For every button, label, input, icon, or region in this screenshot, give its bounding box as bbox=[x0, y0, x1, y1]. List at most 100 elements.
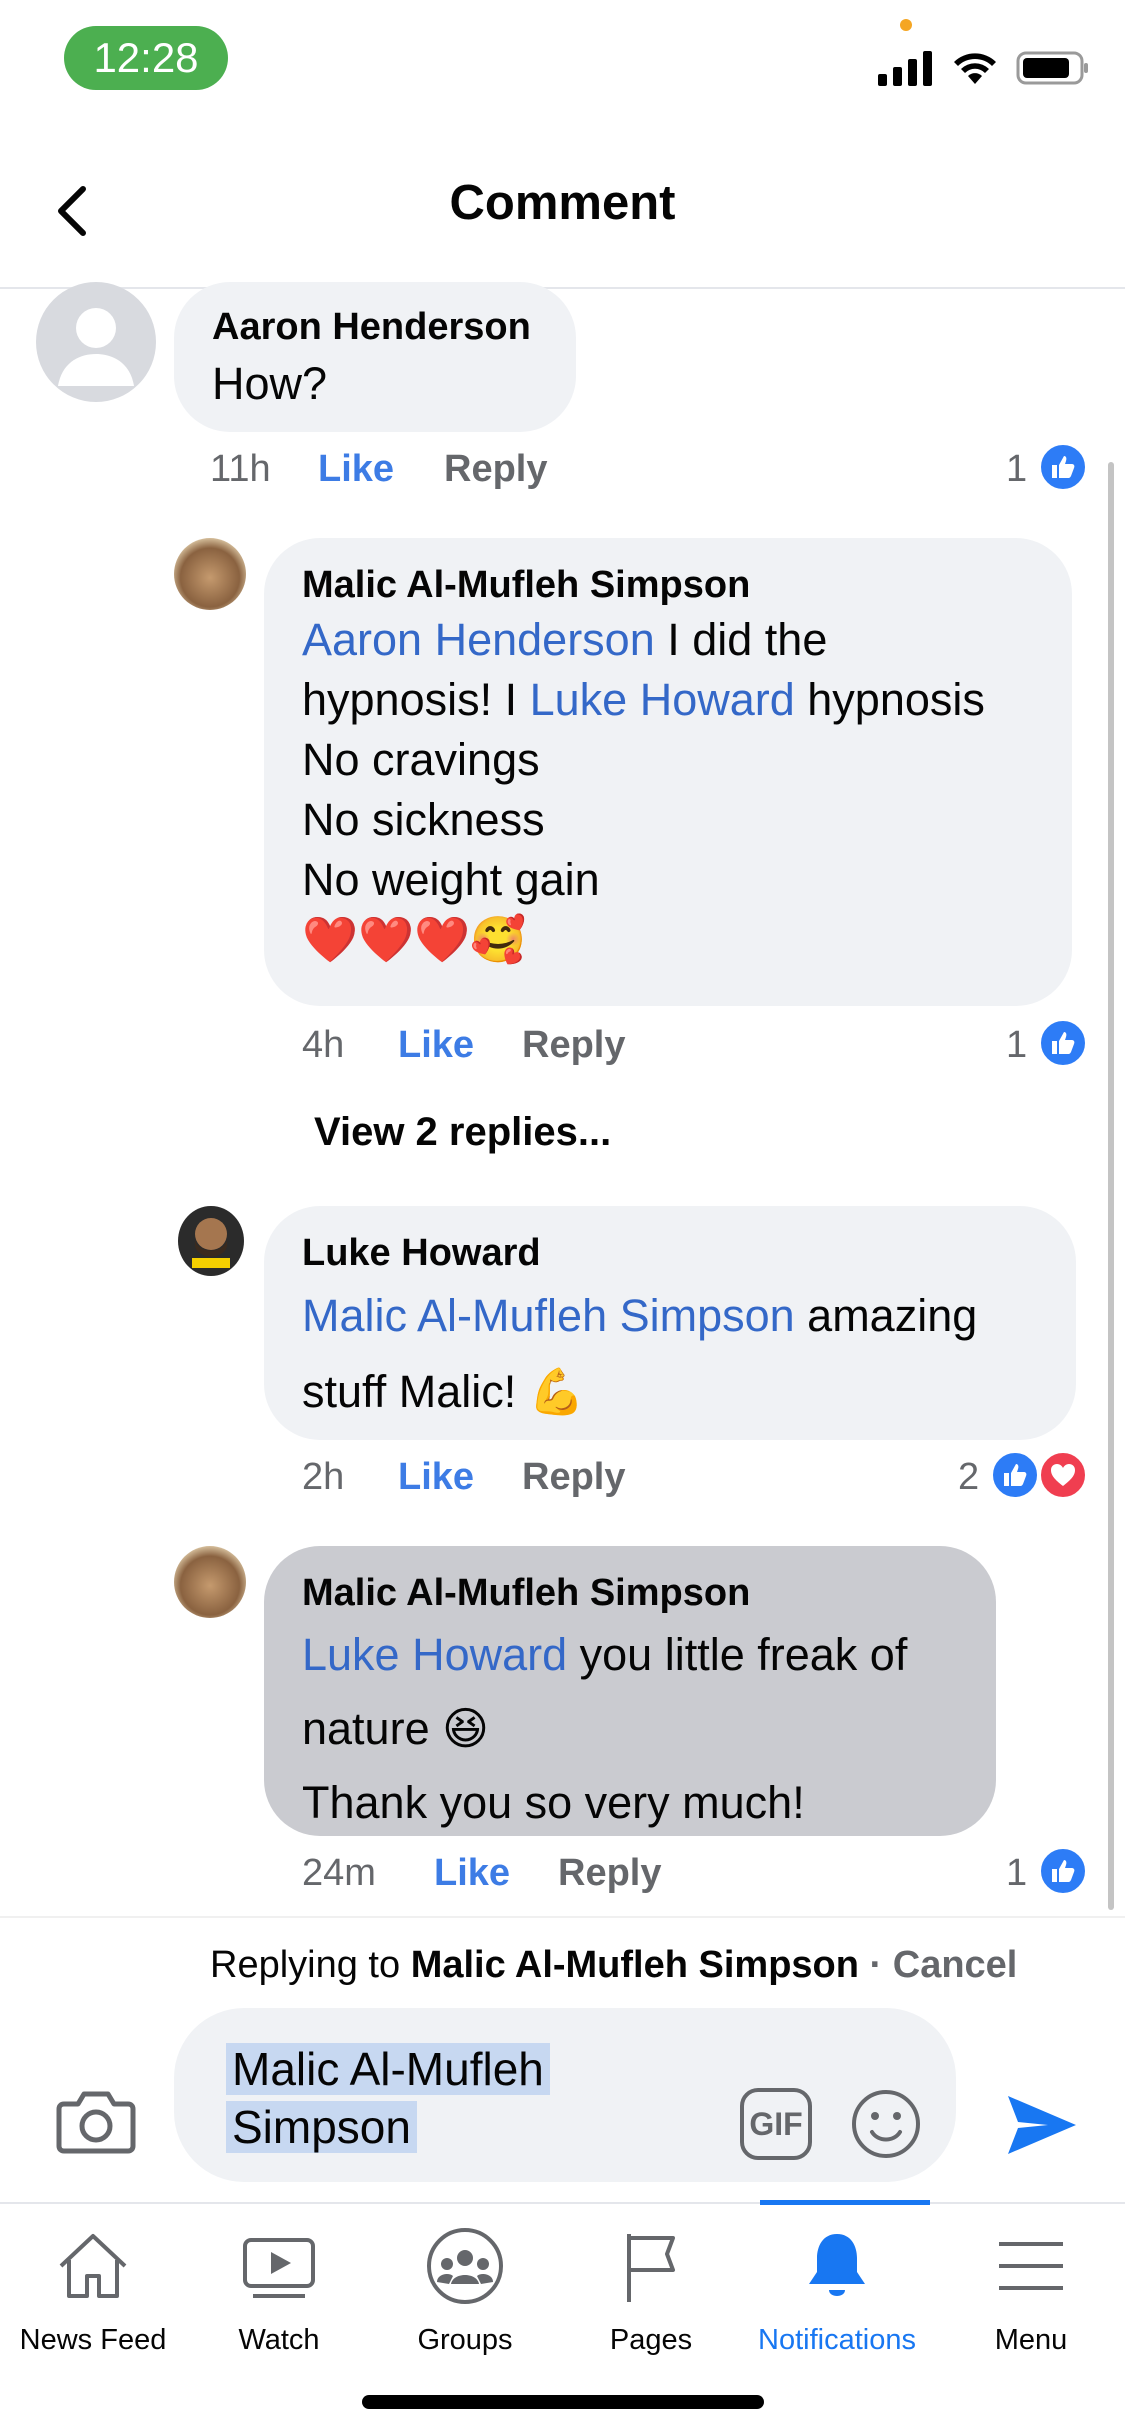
reaction-count[interactable]: 1 bbox=[1006, 1024, 1027, 1067]
like-button[interactable]: Like bbox=[398, 1024, 474, 1067]
comment-line: Thank you so very much! bbox=[302, 1766, 907, 1840]
groups-icon bbox=[427, 2228, 503, 2304]
privacy-indicator-dot bbox=[900, 19, 912, 31]
tab-groups[interactable]: Groups bbox=[372, 2226, 558, 2376]
tab-notifications[interactable]: Notifications bbox=[744, 2226, 930, 2376]
love-reaction-icon[interactable] bbox=[1038, 1450, 1088, 1500]
comment-author[interactable]: Aaron Henderson bbox=[212, 306, 531, 349]
mention-link[interactable]: Malic Al-Mufleh Simpson bbox=[302, 1290, 795, 1341]
mention-link[interactable]: Luke Howard bbox=[302, 1629, 567, 1680]
camera-button[interactable] bbox=[56, 2086, 136, 2156]
comment-line: nature 😆 bbox=[302, 1692, 907, 1766]
camera-icon bbox=[56, 2091, 136, 2154]
comment-text: How? bbox=[212, 354, 327, 414]
comment-text-segment: ❤️❤️❤️🥰 bbox=[302, 914, 527, 965]
mention-link[interactable]: Aaron Henderson bbox=[302, 614, 655, 665]
tab-label: Menu bbox=[994, 2324, 1068, 2356]
emoji-button[interactable] bbox=[850, 2088, 922, 2160]
gif-button[interactable]: GIF bbox=[740, 2088, 812, 2160]
like-button[interactable]: Like bbox=[398, 1456, 474, 1499]
tab-label: Pages bbox=[609, 2324, 693, 2356]
avatar[interactable] bbox=[36, 282, 156, 402]
tab-label: Notifications bbox=[758, 2324, 916, 2356]
comment-input-value[interactable]: Malic Al-Mufleh Simpson bbox=[226, 2040, 550, 2156]
comment-line: hypnosis! I Luke Howard hypnosis bbox=[302, 670, 985, 730]
like-reaction-icon[interactable] bbox=[1038, 1846, 1088, 1896]
send-button[interactable] bbox=[1004, 2090, 1080, 2160]
comment-line: Luke Howard you little freak of bbox=[302, 1618, 907, 1692]
comment-text-segment: stuff Malic! 💪 bbox=[302, 1366, 585, 1417]
comment-line: No sickness bbox=[302, 790, 985, 850]
mention-chip-line2: Simpson bbox=[226, 2101, 417, 2153]
comment-text-segment: nature 😆 bbox=[302, 1703, 490, 1754]
comment-line: stuff Malic! 💪 bbox=[302, 1354, 977, 1430]
like-button[interactable]: Like bbox=[318, 448, 394, 491]
tab-label: Groups bbox=[417, 2324, 513, 2356]
watch-icon bbox=[243, 2238, 315, 2298]
reaction-count[interactable]: 1 bbox=[1006, 1852, 1027, 1895]
reply-button[interactable]: Reply bbox=[444, 448, 547, 491]
comment-text: Malic Al-Mufleh Simpson amazing stuff Mal… bbox=[302, 1278, 977, 1430]
like-reaction-icon[interactable] bbox=[1038, 442, 1088, 492]
reply-button[interactable]: Reply bbox=[558, 1852, 661, 1895]
cancel-reply-button[interactable]: Cancel bbox=[893, 1944, 1018, 1986]
comment-text-segment: hypnosis! I bbox=[302, 674, 530, 725]
avatar[interactable] bbox=[174, 538, 246, 610]
reaction-count[interactable]: 2 bbox=[958, 1456, 979, 1499]
header-divider bbox=[0, 287, 1125, 289]
comment-text-segment: you little freak of bbox=[567, 1629, 908, 1680]
comment-author[interactable]: Malic Al-Mufleh Simpson bbox=[302, 564, 750, 607]
signal-icon bbox=[878, 51, 932, 86]
comment-time: 24m bbox=[302, 1852, 376, 1894]
tab-menu[interactable]: Menu bbox=[938, 2226, 1124, 2376]
bell-icon bbox=[809, 2234, 865, 2296]
comment-time: 2h bbox=[302, 1456, 345, 1498]
comment-line: No weight gain bbox=[302, 850, 985, 910]
menu-icon bbox=[999, 2242, 1063, 2290]
tab-watch[interactable]: Watch bbox=[186, 2226, 372, 2376]
profile-photo bbox=[192, 1218, 230, 1268]
page-title: Comment bbox=[449, 176, 676, 230]
comment-time: 4h bbox=[302, 1024, 345, 1066]
like-reaction-icon[interactable] bbox=[1038, 1018, 1088, 1068]
comment-text-segment: I did the bbox=[654, 614, 828, 665]
replying-prefix: Replying to bbox=[210, 1944, 401, 1986]
view-replies-link[interactable]: View 2 replies... bbox=[314, 1110, 611, 1155]
default-avatar-icon bbox=[58, 308, 134, 386]
comment-line: Aaron Henderson I did the bbox=[302, 610, 985, 670]
reaction-count[interactable]: 1 bbox=[1006, 448, 1027, 491]
mention-chip-line1: Malic Al-Mufleh bbox=[226, 2043, 550, 2095]
scrollbar[interactable] bbox=[1108, 462, 1114, 1910]
tab-label: Watch bbox=[238, 2324, 320, 2356]
comment-line: Malic Al-Mufleh Simpson amazing bbox=[302, 1278, 977, 1354]
active-tab-indicator bbox=[760, 2200, 930, 2205]
comment-text-segment: No weight gain bbox=[302, 854, 600, 905]
comment-text: Luke Howard you little freak of nature 😆 T… bbox=[302, 1618, 907, 1840]
comment-time: 11h bbox=[210, 448, 271, 490]
comment-text-segment: How? bbox=[212, 358, 328, 409]
mention-link[interactable]: Luke Howard bbox=[530, 674, 795, 725]
smiley-icon bbox=[852, 2090, 920, 2158]
tab-pages[interactable]: Pages bbox=[558, 2226, 744, 2376]
avatar[interactable] bbox=[178, 1206, 244, 1276]
status-time: 12:28 bbox=[64, 26, 228, 90]
comment-line: No cravings bbox=[302, 730, 985, 790]
comment-text-segment: No cravings bbox=[302, 734, 540, 785]
battery-icon bbox=[1016, 51, 1088, 85]
comment-text-segment: Thank you so very much! bbox=[302, 1777, 805, 1828]
tab-news-feed[interactable]: News Feed bbox=[0, 2226, 186, 2376]
tab-label: News Feed bbox=[19, 2324, 167, 2356]
comment-line: ❤️❤️❤️🥰 bbox=[302, 910, 985, 970]
reply-button[interactable]: Reply bbox=[522, 1024, 625, 1067]
replying-to-label: Replying to Malic Al-Mufleh Simpson · Ca… bbox=[210, 1944, 1017, 1987]
reply-button[interactable]: Reply bbox=[522, 1456, 625, 1499]
wifi-icon bbox=[954, 53, 996, 84]
like-reaction-icon[interactable] bbox=[990, 1450, 1040, 1500]
comment-author[interactable]: Malic Al-Mufleh Simpson bbox=[302, 1572, 750, 1615]
replying-to-name: Malic Al-Mufleh Simpson bbox=[410, 1944, 859, 1986]
comment-author[interactable]: Luke Howard bbox=[302, 1232, 541, 1275]
comment-line: How? bbox=[212, 354, 327, 414]
like-button[interactable]: Like bbox=[434, 1852, 510, 1895]
avatar[interactable] bbox=[174, 1546, 246, 1618]
comment-text-segment: No sickness bbox=[302, 794, 545, 845]
